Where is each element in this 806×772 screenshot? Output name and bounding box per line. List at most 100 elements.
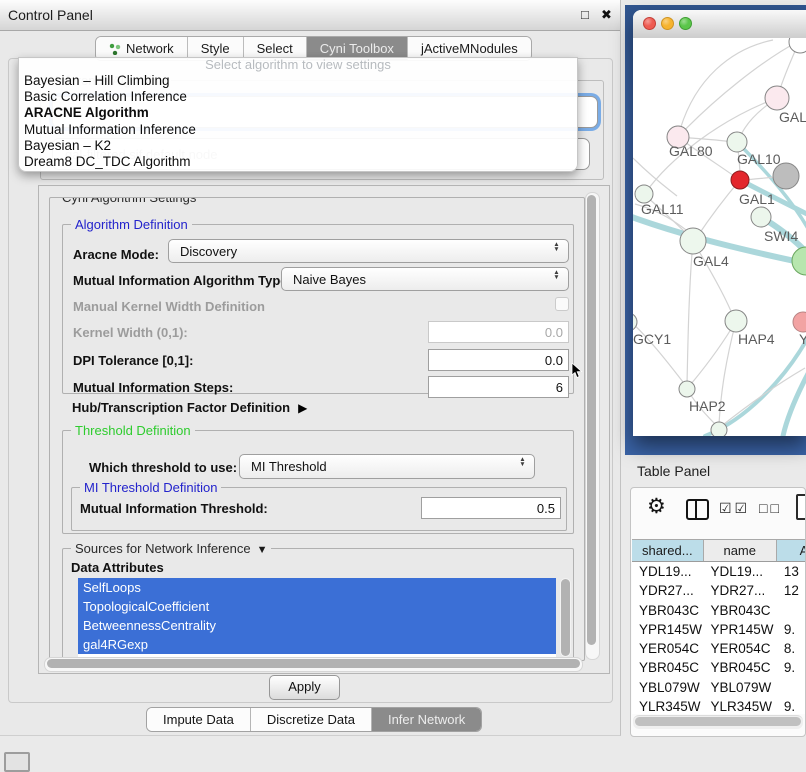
apply-button[interactable]: Apply — [269, 675, 340, 700]
hub-definition-expander[interactable]: Hub/Transcription Factor Definition▶ — [72, 400, 307, 415]
tab-impute-data[interactable]: Impute Data — [147, 708, 251, 731]
algorithm-option-aracne-algorithm[interactable]: ARACNE Algorithm — [19, 105, 577, 121]
table-row[interactable]: YLR345WYLR345W9. — [632, 697, 806, 714]
column-header-shared[interactable]: shared... — [632, 540, 704, 561]
network-node-gal1[interactable] — [731, 171, 749, 189]
zoom-button[interactable] — [679, 17, 692, 30]
network-node[interactable] — [711, 422, 727, 436]
network-node-gal4[interactable] — [680, 228, 706, 254]
select-all-checkboxes-icon[interactable]: ☑☑ — [719, 500, 750, 517]
table-header-row: shared...nameA — [632, 539, 806, 562]
table-cell: 9. — [777, 658, 806, 677]
network-node[interactable] — [792, 247, 806, 275]
network-node-gcy1[interactable] — [633, 313, 637, 331]
settings-vertical-scrollbar[interactable] — [585, 192, 600, 660]
table-row[interactable]: YER054CYER054C8. — [632, 639, 806, 658]
mi-threshold-definition-group: MI Threshold Definition Mutual Informati… — [71, 487, 567, 531]
node-label-hap2: HAP2 — [689, 398, 726, 414]
minimize-button[interactable] — [661, 17, 674, 30]
gear-icon[interactable]: ⚙ — [647, 496, 666, 517]
table-cell: YDR27... — [704, 581, 777, 600]
scrollbar-thumb[interactable] — [47, 659, 580, 668]
which-threshold-label: Which threshold to use: — [89, 460, 237, 475]
algorithm-option-mutual-information-inference[interactable]: Mutual Information Inference — [19, 122, 577, 138]
network-canvas[interactable]: GALGAL80GAL10GAL1GAL11SWI4GAL4GCY1HAP4YH… — [633, 38, 806, 436]
hub-definition-label: Hub/Transcription Factor Definition — [72, 400, 290, 415]
minimized-panel-icon[interactable] — [4, 752, 30, 772]
attribute-item-betweennesscentrality[interactable]: BetweennessCentrality — [78, 616, 556, 635]
node-label-gcy1: GCY1 — [633, 331, 671, 347]
scrollbar-thumb[interactable] — [587, 195, 596, 645]
table-cell: YBL079W — [704, 678, 777, 697]
table-row[interactable]: YPR145WYPR145W9. — [632, 620, 806, 639]
algorithm-dropdown-prompt: Select algorithm to view settings — [19, 58, 577, 73]
table-cell: YBR045C — [632, 658, 704, 677]
deselect-all-checkboxes-icon[interactable]: □□ — [759, 500, 782, 516]
tab-infer-network[interactable]: Infer Network — [372, 708, 481, 731]
mi-steps-field[interactable]: 6 — [428, 376, 569, 398]
table-cell: YER054C — [704, 639, 777, 658]
attributes-list-scrollbar[interactable] — [560, 578, 571, 657]
settings-horizontal-scrollbar[interactable] — [44, 657, 583, 672]
table-cell: 8. — [777, 639, 806, 658]
node-label-y: Y — [799, 331, 806, 347]
network-node-hap2[interactable] — [679, 381, 695, 397]
network-node-gal10[interactable] — [727, 132, 747, 152]
table-row[interactable]: YBL079WYBL079W — [632, 678, 806, 697]
manual-kernel-width-checkbox[interactable] — [555, 297, 569, 311]
algorithm-definition-title: Algorithm Definition — [71, 217, 192, 232]
tab-discretize-data[interactable]: Discretize Data — [251, 708, 372, 731]
close-icon[interactable]: ✖ — [601, 7, 612, 23]
algorithm-option-bayesian-k2[interactable]: Bayesian – K2 — [19, 138, 577, 154]
network-node[interactable] — [773, 163, 799, 189]
table-horizontal-scrollbar[interactable] — [633, 715, 803, 729]
algorithm-option-bayesian-hill-climbing[interactable]: Bayesian – Hill Climbing — [19, 73, 577, 89]
kernel-width-field[interactable]: 0.0 — [428, 321, 569, 343]
network-node-hap4[interactable] — [725, 310, 747, 332]
table-row[interactable]: YBR045CYBR045C9. — [632, 658, 806, 677]
float-window-icon[interactable]: □ — [581, 7, 589, 22]
which-threshold-value: MI Threshold — [251, 459, 327, 474]
document-icon[interactable] — [796, 494, 806, 520]
control-panel-title: Control Panel — [8, 7, 93, 23]
mi-algorithm-type-label: Mutual Information Algorithm Type: — [73, 273, 292, 288]
scrollbar-thumb[interactable] — [635, 717, 801, 726]
table-cell: YLR345W — [632, 697, 704, 714]
table-cell: YPR145W — [704, 620, 777, 639]
close-button[interactable] — [643, 17, 656, 30]
algorithm-option-basic-correlation-inference[interactable]: Basic Correlation Inference — [19, 89, 577, 105]
node-label-gal10: GAL10 — [737, 151, 781, 167]
mi-algorithm-type-combobox[interactable]: Naive Bayes ▲▼ — [281, 267, 569, 291]
network-node-y[interactable] — [793, 312, 806, 332]
column-header-a[interactable]: A — [777, 540, 806, 561]
algorithm-option-dream8-dc-tdc-algorithm[interactable]: Dream8 DC_TDC Algorithm — [19, 154, 577, 170]
column-layout-icon[interactable] — [686, 499, 709, 520]
aracne-mode-value: Discovery — [180, 244, 237, 259]
scrollbar-thumb[interactable] — [561, 579, 570, 656]
table-row[interactable]: YBR043CYBR043C — [632, 601, 806, 620]
threshold-definition-group: Threshold Definition Which threshold to … — [62, 430, 574, 534]
table-row[interactable]: YDR27...YDR27...12 — [632, 581, 806, 600]
table-cell: 13 — [777, 562, 806, 581]
network-node-swi4[interactable] — [751, 207, 771, 227]
sources-title-expander[interactable]: Sources for Network Inference▼ — [71, 541, 271, 556]
attribute-item-topologicalcoefficient[interactable]: TopologicalCoefficient — [78, 597, 556, 616]
stepper-arrows-icon: ▲▼ — [552, 243, 561, 252]
attribute-item-gal4rgexp[interactable]: gal4RGexp — [78, 635, 556, 654]
screen: Control Panel □ ✖ NetworkStyleSelectCyni… — [0, 0, 806, 762]
network-window-titlebar[interactable] — [633, 10, 806, 39]
network-node[interactable] — [789, 38, 806, 53]
mi-threshold-field[interactable]: 0.5 — [421, 497, 561, 519]
attribute-item-selfloops[interactable]: SelfLoops — [78, 578, 556, 597]
algorithm-definition-group: Algorithm Definition Aracne Mode: Discov… — [62, 224, 574, 394]
network-view-window: GALGAL80GAL10GAL1GAL11SWI4GAL4GCY1HAP4YH… — [633, 10, 806, 436]
aracne-mode-label: Aracne Mode: — [73, 247, 159, 262]
dpi-tolerance-field[interactable]: 0.0 — [428, 349, 569, 371]
which-threshold-combobox[interactable]: MI Threshold ▲▼ — [239, 454, 535, 479]
table-row[interactable]: YDL19...YDL19...13 — [632, 562, 806, 581]
stepper-arrows-icon: ▲▼ — [518, 458, 527, 467]
node-label-swi4: SWI4 — [764, 228, 798, 244]
network-node-gal[interactable] — [765, 86, 789, 110]
column-header-name[interactable]: name — [704, 540, 777, 561]
aracne-mode-combobox[interactable]: Discovery ▲▼ — [168, 239, 569, 263]
